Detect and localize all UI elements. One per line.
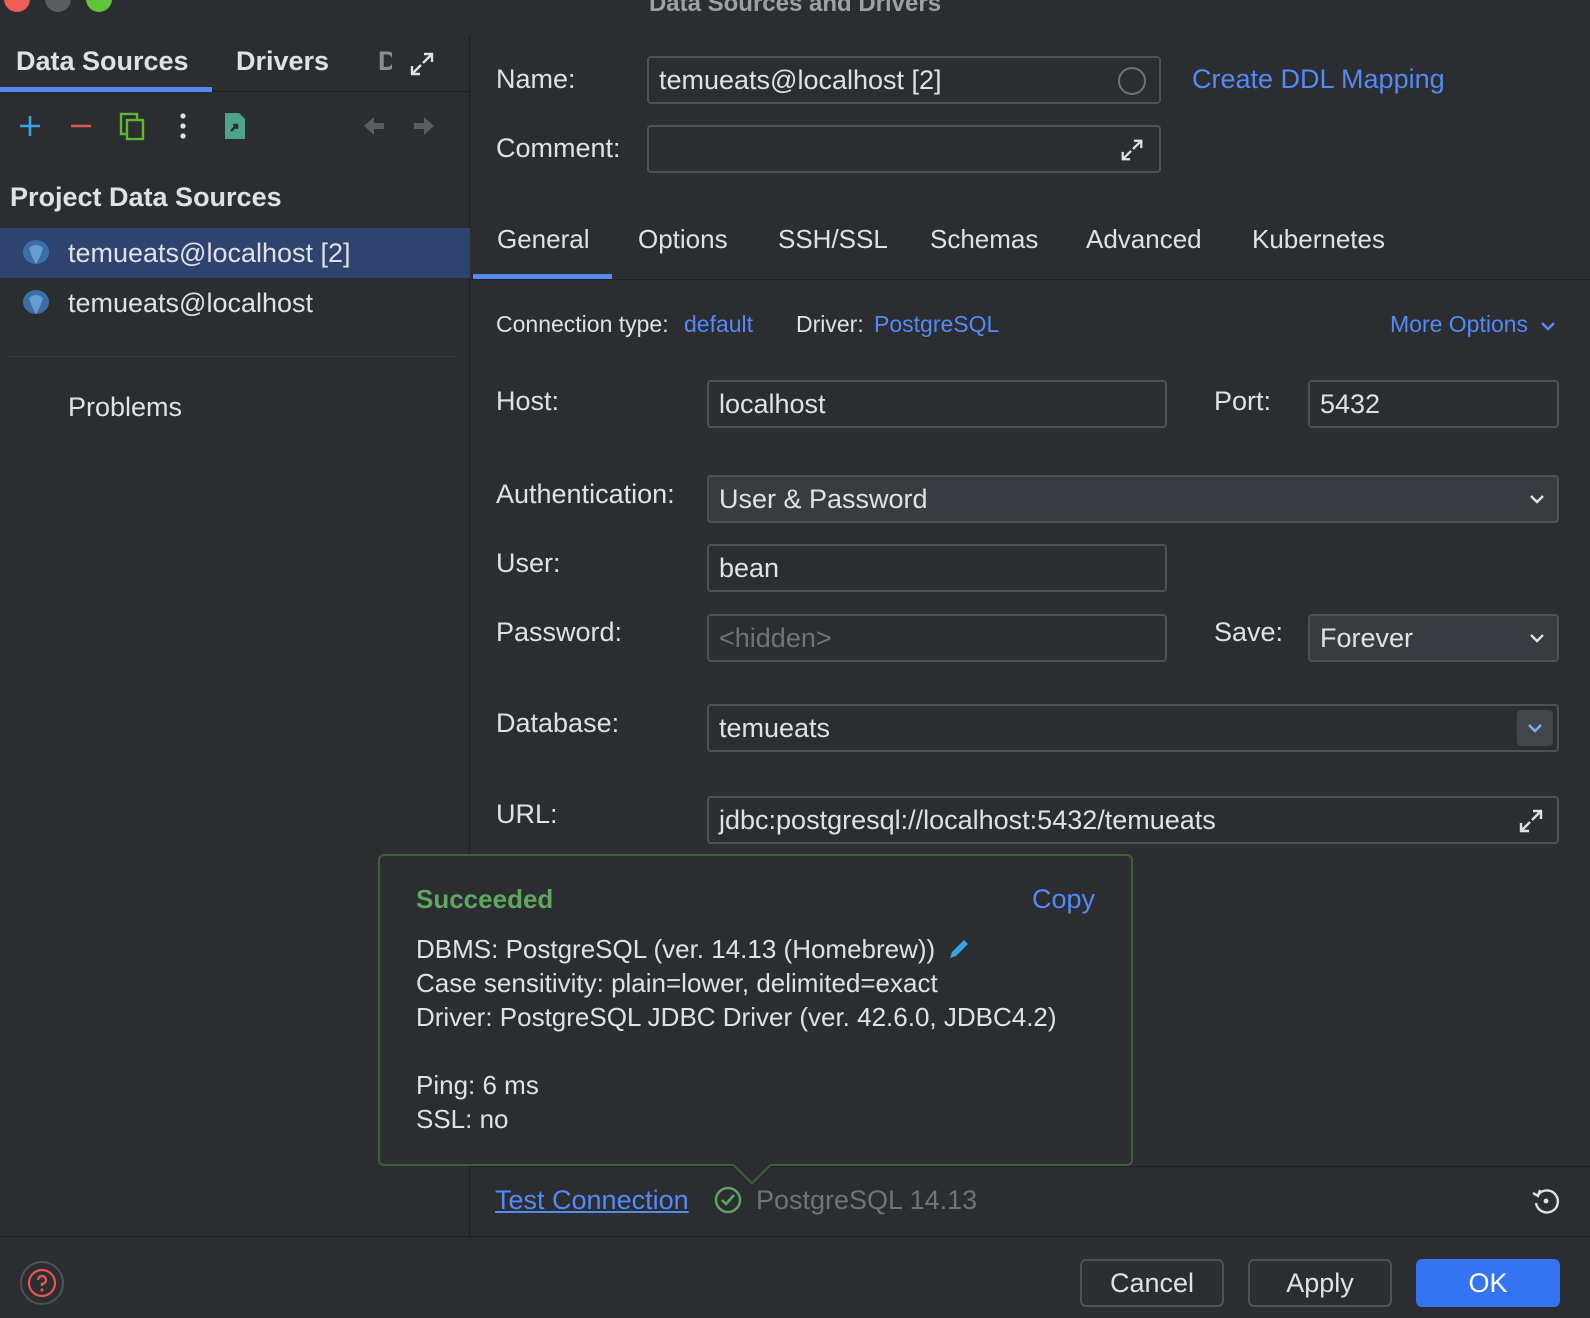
title-bar: Data Sources and Drivers: [0, 0, 1590, 18]
connection-type-label: Connection type:: [496, 311, 669, 337]
active-tab-indicator: [473, 274, 612, 279]
connection-status: PostgreSQL 14.13: [756, 1185, 978, 1215]
help-button[interactable]: [20, 1261, 64, 1305]
apply-button[interactable]: Apply: [1248, 1259, 1392, 1307]
connection-type-link[interactable]: default: [684, 311, 753, 338]
test-result-popup: Succeeded Copy DBMS: PostgreSQL (ver. 14…: [378, 854, 1133, 1185]
tab-advanced[interactable]: Advanced: [1086, 224, 1202, 255]
tab-ssh-ssl[interactable]: SSH/SSL: [778, 224, 888, 255]
tab-drivers[interactable]: Drivers: [236, 46, 329, 77]
add-icon[interactable]: [14, 110, 46, 142]
chevron-down-icon: [1541, 322, 1556, 331]
chevron-down-icon: [1530, 495, 1544, 504]
driver-link[interactable]: PostgreSQL: [874, 311, 999, 338]
ok-button[interactable]: OK: [1416, 1259, 1560, 1307]
help-icon: [27, 1268, 57, 1298]
datasource-item[interactable]: temueats@localhost: [0, 278, 470, 328]
tab-kubernetes[interactable]: Kubernetes: [1252, 224, 1385, 255]
url-value: jdbc:postgresql://localhost:5432/temueat…: [719, 804, 1216, 835]
expand-icon[interactable]: [408, 50, 436, 78]
port-label: Port:: [1214, 386, 1272, 416]
database-input[interactable]: temueats: [707, 704, 1559, 752]
port-input[interactable]: 5432: [1308, 380, 1559, 428]
driver-label: Driver:: [796, 311, 864, 337]
host-label: Host:: [496, 386, 560, 416]
comment-label: Comment:: [496, 133, 621, 163]
copy-link[interactable]: Copy: [1032, 884, 1095, 915]
window-title: Data Sources and Drivers: [648, 0, 942, 17]
host-input[interactable]: localhost: [707, 380, 1167, 428]
popup-line: DBMS: PostgreSQL (ver. 14.13 (Homebrew)): [416, 934, 972, 965]
user-input[interactable]: bean: [707, 544, 1167, 592]
authentication-select[interactable]: User & Password: [707, 475, 1559, 523]
cancel-button[interactable]: Cancel: [1080, 1259, 1224, 1307]
footer: Cancel Apply OK: [0, 1236, 1590, 1318]
datasource-item[interactable]: temueats@localhost [2]: [0, 228, 470, 278]
forward-arrow-icon[interactable]: [408, 110, 440, 142]
popup-title: Succeeded: [416, 884, 554, 914]
tab-schemas[interactable]: Schemas: [930, 224, 1038, 255]
dbms-text: DBMS: PostgreSQL (ver. 14.13 (Homebrew)): [416, 934, 936, 964]
database-dropdown-button[interactable]: [1517, 710, 1553, 746]
chevron-down-icon: [1528, 724, 1542, 733]
authentication-label: Authentication:: [496, 479, 675, 509]
name-field[interactable]: temueats@localhost [2]: [647, 56, 1161, 104]
more-options-label: More Options: [1390, 311, 1529, 337]
chevron-down-icon: [1530, 634, 1544, 643]
color-circle-icon[interactable]: [1117, 66, 1147, 96]
save-label: Save:: [1214, 617, 1284, 647]
name-label: Name:: [496, 64, 576, 94]
create-ddl-mapping-link[interactable]: Create DDL Mapping: [1192, 64, 1445, 95]
authentication-value: User & Password: [719, 483, 928, 514]
tab-more[interactable]: D: [378, 46, 392, 77]
password-label: Password:: [496, 617, 623, 647]
ping-text: Ping: 6 ms: [416, 1070, 539, 1100]
test-connection-link[interactable]: Test Connection: [495, 1185, 689, 1216]
case-sensitivity-text: Case sensitivity: plain=lower, delimited…: [416, 968, 938, 998]
tab-general[interactable]: General: [497, 224, 590, 255]
database-value: temueats: [719, 712, 831, 743]
tab-options[interactable]: Options: [638, 224, 728, 255]
save-value: Forever: [1320, 622, 1414, 653]
password-input[interactable]: <hidden>: [707, 614, 1167, 662]
tab-data-sources[interactable]: Data Sources: [16, 46, 189, 77]
left-tabs: Data Sources Drivers D: [0, 36, 470, 92]
name-value: temueats@localhost [2]: [659, 64, 942, 95]
back-arrow-icon[interactable]: [358, 110, 390, 142]
import-file-icon[interactable]: [219, 110, 251, 142]
more-options-link[interactable]: More Options: [1390, 311, 1556, 338]
settings-tabs: General Options SSH/SSL Schemas Advanced…: [471, 216, 1590, 280]
more-vertical-icon[interactable]: [167, 110, 199, 142]
database-label: Database:: [496, 708, 620, 738]
driver-text: Driver: PostgreSQL JDBC Driver (ver. 42.…: [416, 1002, 1057, 1032]
user-label: User:: [496, 548, 561, 578]
pencil-icon[interactable]: [946, 936, 972, 962]
left-toolbar: [0, 92, 470, 168]
postgresql-icon: [23, 240, 49, 264]
expand-icon[interactable]: [1119, 137, 1145, 163]
url-label: URL:: [496, 799, 558, 829]
comment-field[interactable]: [647, 125, 1161, 173]
datasource-label: temueats@localhost [2]: [68, 238, 351, 268]
postgresql-icon: [23, 290, 49, 314]
url-input[interactable]: jdbc:postgresql://localhost:5432/temueat…: [707, 796, 1559, 844]
remove-icon[interactable]: [65, 110, 97, 142]
datasource-label: temueats@localhost: [68, 288, 314, 318]
ssl-text: SSL: no: [416, 1104, 509, 1134]
check-circle-icon: [714, 1186, 742, 1214]
expand-icon[interactable]: [1517, 807, 1545, 835]
problems-item[interactable]: Problems: [68, 392, 182, 423]
save-select[interactable]: Forever: [1308, 614, 1559, 662]
divider: [8, 356, 456, 357]
duplicate-icon[interactable]: [116, 110, 148, 142]
connection-bar: Test Connection PostgreSQL 14.13: [471, 1166, 1590, 1236]
revert-icon[interactable]: [1530, 1185, 1562, 1217]
section-title: Project Data Sources: [10, 182, 282, 212]
